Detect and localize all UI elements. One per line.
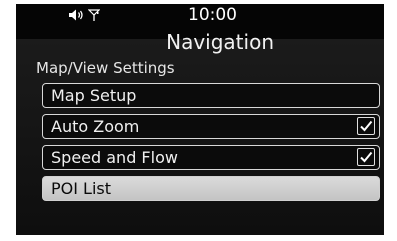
menu-item-label: Speed and Flow <box>51 148 178 167</box>
checkmark-icon <box>360 151 373 163</box>
page-title: Navigation <box>166 30 274 54</box>
menu-item-label: Auto Zoom <box>51 117 140 136</box>
speed-and-flow-checkbox[interactable] <box>357 148 375 166</box>
auto-zoom-checkbox[interactable] <box>357 117 375 135</box>
menu-item-auto-zoom[interactable]: Auto Zoom <box>42 114 380 139</box>
checkmark-icon <box>360 120 373 132</box>
status-bar: 10:00 <box>16 4 384 26</box>
menu-item-poi-list[interactable]: POI List <box>42 176 380 201</box>
clock: 10:00 <box>188 5 237 25</box>
menu-item-speed-and-flow[interactable]: Speed and Flow <box>42 145 380 170</box>
section-title: Map/View Settings <box>36 59 175 77</box>
status-icons <box>68 6 100 24</box>
signal-icon <box>88 8 100 22</box>
menu-item-label: POI List <box>51 179 112 198</box>
volume-icon <box>68 8 86 22</box>
menu-item-map-setup[interactable]: Map Setup <box>42 83 380 108</box>
nav-screen: 10:00 Navigation Map/View Settings Map S… <box>16 4 384 235</box>
menu-item-label: Map Setup <box>51 86 137 105</box>
